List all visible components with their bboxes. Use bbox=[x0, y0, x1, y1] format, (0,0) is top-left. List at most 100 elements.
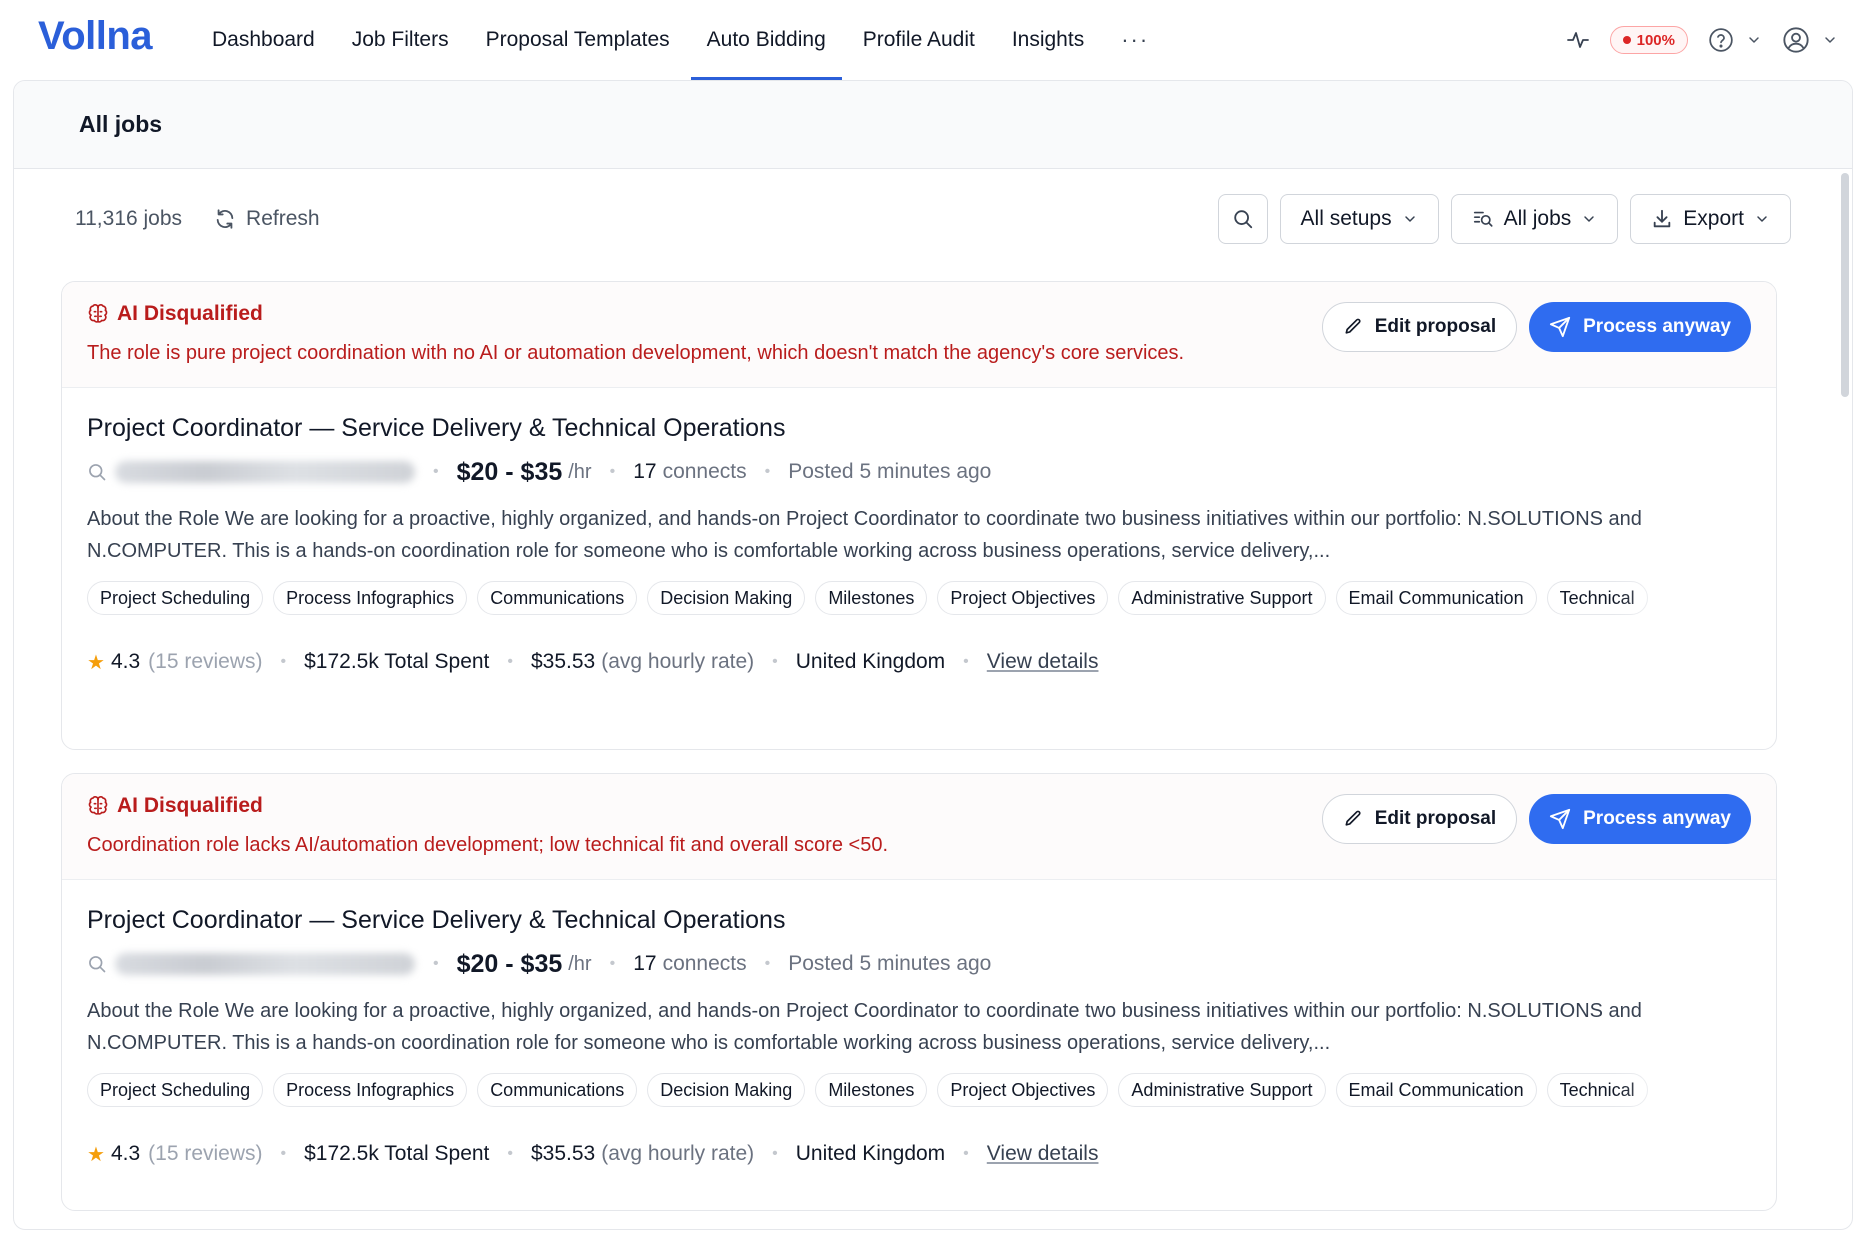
process-anyway-label: Process anyway bbox=[1583, 808, 1731, 829]
refresh-button[interactable]: Refresh bbox=[214, 207, 320, 231]
status-label: AI Disqualified bbox=[117, 794, 263, 817]
job-title[interactable]: Project Coordinator — Service Delivery &… bbox=[87, 906, 1751, 935]
skill-tag: Technical bbox=[1546, 1073, 1648, 1107]
search-icon bbox=[89, 464, 106, 481]
client-total-spent: $172.5k Total Spent bbox=[304, 1142, 490, 1165]
jobs-filter-dropdown[interactable]: All jobs bbox=[1450, 194, 1619, 244]
page-title: All jobs bbox=[79, 111, 163, 137]
panel-header: All jobs bbox=[14, 81, 1852, 169]
client-stats: ★ 4.3 (15 reviews) • $172.5k Total Spent… bbox=[87, 1139, 1751, 1169]
job-description: About the Role We are looking for a proa… bbox=[87, 1000, 1642, 1054]
job-details: Project Coordinator — Service Delivery &… bbox=[62, 880, 1776, 1169]
search-button[interactable] bbox=[1217, 194, 1268, 244]
separator-dot: • bbox=[609, 463, 616, 480]
job-card: AI Disqualified The role is pure project… bbox=[61, 281, 1777, 750]
nav-tab-job-filters[interactable]: Job Filters bbox=[336, 0, 465, 80]
separator-dot: • bbox=[609, 955, 616, 972]
avg-rate-label: (avg hourly rate) bbox=[601, 650, 755, 673]
user-avatar-icon bbox=[1783, 27, 1809, 53]
blurred-filter-name bbox=[115, 461, 415, 483]
nav-tab-auto-bidding[interactable]: Auto Bidding bbox=[690, 0, 842, 80]
download-icon bbox=[1654, 209, 1671, 228]
main-nav: Dashboard Job Filters Proposal Templates… bbox=[196, 0, 1170, 80]
separator-dot: • bbox=[280, 1145, 287, 1162]
separator-dot: • bbox=[507, 1145, 513, 1162]
chevron-down-icon bbox=[1825, 37, 1835, 43]
skill-tag: Milestones bbox=[815, 581, 928, 615]
edit-proposal-label: Edit proposal bbox=[1374, 316, 1497, 337]
view-details-link[interactable]: View details bbox=[987, 650, 1099, 674]
more-menu-icon[interactable]: ··· bbox=[1105, 0, 1165, 80]
nav-tab-profile-audit[interactable]: Profile Audit bbox=[847, 0, 991, 80]
brain-icon bbox=[88, 796, 108, 815]
client-country: United Kingdom bbox=[795, 1142, 946, 1165]
chevron-down-icon bbox=[1749, 37, 1759, 43]
edit-proposal-button[interactable]: Edit proposal bbox=[1321, 794, 1518, 844]
connects-label: connects bbox=[662, 460, 747, 483]
job-title[interactable]: Project Coordinator — Service Delivery &… bbox=[87, 414, 1751, 443]
usage-badge[interactable]: 100% bbox=[1609, 26, 1688, 54]
chevron-down-icon bbox=[1584, 216, 1595, 222]
jobs-toolbar: 11,316 jobs Refresh All setups All jobs … bbox=[75, 194, 1791, 244]
setups-dropdown[interactable]: All setups bbox=[1279, 194, 1439, 244]
disqualification-reason: The role is pure project coordination wi… bbox=[87, 342, 1185, 364]
pencil-icon bbox=[1345, 810, 1361, 826]
separator-dot: • bbox=[963, 1145, 969, 1162]
edit-proposal-label: Edit proposal bbox=[1374, 808, 1497, 829]
filter-search-icon bbox=[1473, 211, 1493, 227]
skill-tag: Technical bbox=[1546, 581, 1648, 615]
view-details-link[interactable]: View details bbox=[987, 1142, 1099, 1166]
process-anyway-button[interactable]: Process anyway bbox=[1529, 302, 1751, 352]
card-actions: Edit proposal Process anyway bbox=[1321, 302, 1751, 352]
top-navbar: Vollna Dashboard Job Filters Proposal Te… bbox=[0, 0, 1866, 80]
skill-tag: Communications bbox=[477, 1073, 638, 1107]
client-reviews: (15 reviews) bbox=[148, 1142, 263, 1165]
search-icon bbox=[89, 956, 106, 973]
skill-tag: Administrative Support bbox=[1118, 581, 1326, 615]
job-count: 11,316 jobs bbox=[75, 207, 183, 230]
separator-dot: • bbox=[772, 1145, 778, 1162]
job-rate: $20 - $35 bbox=[456, 949, 563, 978]
avg-rate-label: (avg hourly rate) bbox=[601, 1142, 755, 1165]
skill-tag: Email Communication bbox=[1335, 581, 1537, 615]
posted-time: Posted 5 minutes ago bbox=[788, 952, 992, 975]
nav-tab-proposal-templates[interactable]: Proposal Templates bbox=[470, 0, 686, 80]
skill-tag: Decision Making bbox=[647, 581, 806, 615]
nav-tab-insights[interactable]: Insights bbox=[996, 0, 1100, 80]
skill-tag: Milestones bbox=[815, 1073, 928, 1107]
job-rate: $20 - $35 bbox=[456, 457, 563, 486]
status-dot-icon bbox=[1622, 36, 1631, 44]
process-anyway-label: Process anyway bbox=[1583, 316, 1731, 337]
status-label: AI Disqualified bbox=[117, 302, 263, 325]
account-menu[interactable] bbox=[1782, 26, 1838, 54]
nav-right-actions: 100% bbox=[1566, 22, 1838, 58]
vertical-scrollbar[interactable] bbox=[1841, 173, 1849, 397]
search-icon bbox=[1233, 210, 1252, 229]
client-stats: ★ 4.3 (15 reviews) • $172.5k Total Spent… bbox=[87, 647, 1751, 677]
client-avg-rate: $35.53 bbox=[531, 650, 596, 673]
vollna-logo[interactable]: Vollna bbox=[38, 14, 153, 59]
nav-tab-dashboard[interactable]: Dashboard bbox=[196, 0, 331, 80]
job-details: Project Coordinator — Service Delivery &… bbox=[62, 388, 1776, 677]
process-anyway-button[interactable]: Process anyway bbox=[1529, 794, 1751, 844]
send-icon bbox=[1550, 316, 1571, 338]
rate-unit: /hr bbox=[568, 952, 592, 975]
connects-count: 17 bbox=[633, 952, 657, 975]
skill-tag: Project Scheduling bbox=[87, 1073, 264, 1107]
brain-icon bbox=[88, 304, 108, 323]
client-total-spent: $172.5k Total Spent bbox=[304, 650, 490, 673]
activity-pulse-icon[interactable] bbox=[1566, 28, 1590, 52]
disqualification-reason: Coordination role lacks AI/automation de… bbox=[87, 834, 889, 856]
client-reviews: (15 reviews) bbox=[148, 650, 263, 673]
edit-proposal-button[interactable]: Edit proposal bbox=[1321, 302, 1518, 352]
help-menu[interactable] bbox=[1708, 27, 1762, 53]
export-dropdown[interactable]: Export bbox=[1630, 194, 1791, 244]
pencil-icon bbox=[1345, 318, 1361, 334]
separator-dot: • bbox=[280, 653, 287, 670]
refresh-icon bbox=[216, 209, 234, 229]
separator-dot: • bbox=[963, 653, 969, 670]
job-meta: • $20 - $35 /hr • 17 connects • Posted 5… bbox=[87, 457, 1751, 487]
separator-dot: • bbox=[764, 955, 771, 972]
separator-dot: • bbox=[433, 463, 439, 480]
skill-tag: Project Objectives bbox=[937, 1073, 1109, 1107]
